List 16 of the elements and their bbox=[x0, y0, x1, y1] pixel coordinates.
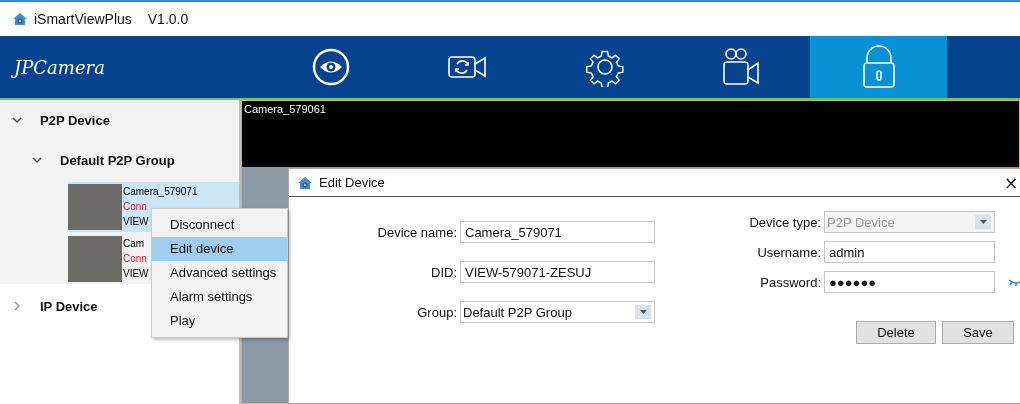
app-title: iSmartViewPlus bbox=[34, 11, 132, 27]
app-version: V1.0.0 bbox=[147, 11, 189, 27]
device-name: Camera_579071 bbox=[123, 185, 198, 199]
video-title: Camera_579061 bbox=[244, 103, 326, 115]
field-label: Username: bbox=[756, 244, 821, 260]
field-label: Device name: bbox=[376, 224, 457, 240]
field-label: DID: bbox=[430, 264, 457, 280]
device-status: Conn bbox=[123, 252, 148, 266]
device-id: VIEW bbox=[123, 267, 149, 281]
field-label: Device type: bbox=[748, 214, 821, 230]
device-name: Cam bbox=[123, 237, 146, 251]
field-label: Group: bbox=[416, 304, 457, 320]
dialog-title: Edit Device bbox=[319, 175, 385, 190]
app-logo: JPCamera bbox=[0, 36, 262, 98]
device-status: Conn bbox=[123, 200, 148, 214]
field-label: Password: bbox=[759, 274, 821, 290]
